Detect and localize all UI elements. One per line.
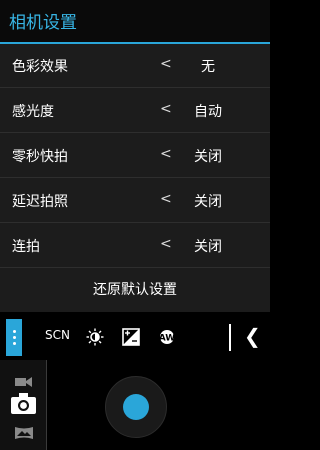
exposure-icon[interactable] xyxy=(122,328,140,346)
setting-prev-arrow[interactable]: < xyxy=(160,236,172,252)
setting-label: 延迟拍照 xyxy=(12,194,68,210)
setting-row-self-timer[interactable]: 延迟拍照 < 关闭 xyxy=(0,179,270,223)
setting-prev-arrow[interactable]: < xyxy=(160,191,172,207)
setting-label: 连拍 xyxy=(12,239,40,255)
collapse-chevron-icon[interactable]: ❮ xyxy=(244,324,261,348)
settings-panel: 色彩效果 < 无 感光度 < 自动 零秒快拍 < 关闭 延迟拍照 < 关闭 连拍… xyxy=(0,44,270,312)
camera-toolbar: SCN AW ❮ xyxy=(0,315,270,360)
toolbar-divider xyxy=(229,324,231,351)
panorama-mode-icon[interactable] xyxy=(15,424,33,439)
white-balance-icon[interactable]: AW xyxy=(158,328,178,346)
setting-row-color-effect[interactable]: 色彩效果 < 无 xyxy=(0,44,270,88)
shutter-button[interactable] xyxy=(105,376,167,438)
setting-value: 关闭 xyxy=(194,149,222,165)
scene-mode-icon[interactable]: SCN xyxy=(45,328,70,342)
setting-label: 感光度 xyxy=(12,104,54,120)
setting-label: 色彩效果 xyxy=(12,59,68,75)
mode-switcher xyxy=(0,360,46,450)
camera-mode-icon[interactable] xyxy=(11,393,36,414)
setting-prev-arrow[interactable]: < xyxy=(160,146,172,162)
setting-value: 关闭 xyxy=(194,239,222,255)
video-mode-icon[interactable] xyxy=(15,373,33,387)
page-title: 相机设置 xyxy=(9,13,77,33)
setting-prev-arrow[interactable]: < xyxy=(160,56,172,72)
restore-defaults-button[interactable]: 还原默认设置 xyxy=(0,269,270,312)
svg-text:AW: AW xyxy=(159,334,176,344)
shutter-dot xyxy=(123,394,149,420)
setting-label: 零秒快拍 xyxy=(12,149,68,165)
setting-row-iso[interactable]: 感光度 < 自动 xyxy=(0,89,270,133)
setting-value: 关闭 xyxy=(194,194,222,210)
setting-value: 自动 xyxy=(194,104,222,120)
panel-divider xyxy=(46,360,47,450)
setting-value: 无 xyxy=(201,59,215,75)
app-header: 相机设置 xyxy=(0,0,270,44)
capture-bar xyxy=(0,360,270,450)
setting-prev-arrow[interactable]: < xyxy=(160,101,172,117)
setting-row-burst[interactable]: 连拍 < 关闭 xyxy=(0,224,270,268)
menu-icon[interactable] xyxy=(6,319,22,356)
brightness-icon[interactable] xyxy=(86,328,104,346)
setting-row-zero-shutter[interactable]: 零秒快拍 < 关闭 xyxy=(0,134,270,178)
